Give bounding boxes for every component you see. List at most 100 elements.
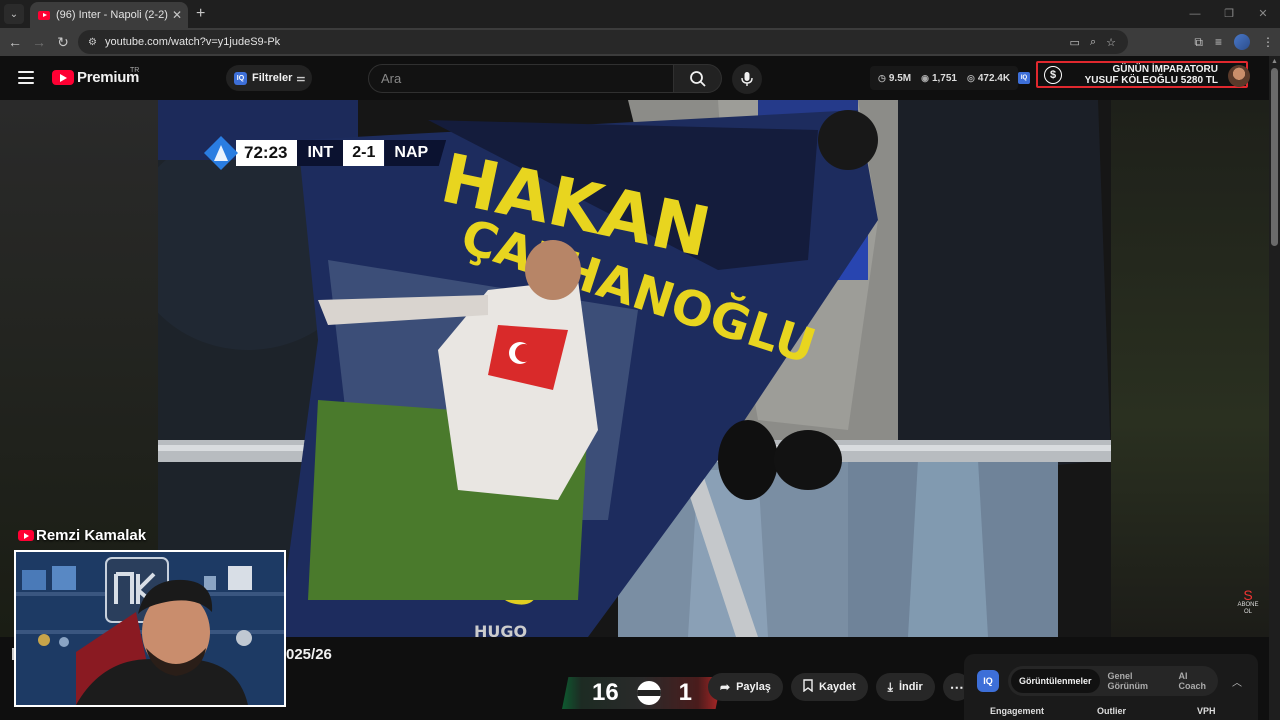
download-icon: ⤓ — [887, 679, 893, 694]
iq-logo-icon: IQ — [977, 670, 999, 692]
stat-watch: ◎ 472.4K — [967, 73, 1010, 84]
away-team: NAP — [384, 140, 447, 166]
cast-icon[interactable]: ▭ — [1070, 36, 1080, 49]
profile-avatar[interactable] — [1234, 34, 1250, 50]
screen: ⌄ (96) Inter - Napoli (2-2) - Maç Ö ✕ + … — [0, 0, 1280, 720]
overlay-score-left: 16 — [591, 679, 619, 706]
video-player[interactable]: HAKAN ÇALHANOĞLU KOMU HUGO — [158, 100, 1111, 637]
watermark-line2: OL — [1243, 609, 1252, 615]
bookmark-icon — [803, 679, 813, 695]
subscribe-s-icon: S — [1243, 587, 1253, 603]
svg-text:HUGO: HUGO — [474, 622, 527, 637]
youtube-icon — [18, 530, 34, 541]
iq-icon: IQ — [234, 71, 247, 85]
streamer-name: Remzi Kamalak — [36, 527, 147, 544]
toolbar-right: ⧉ ≡ ⋮ — [1194, 28, 1274, 56]
col-engagement: Engagement — [990, 706, 1045, 716]
donation-text: GÜNÜN İMPARATORU YUSUF KÖLEOĞLU 5280 TL — [1062, 64, 1246, 86]
watermark-line1: ABONE — [1237, 602, 1259, 608]
clock-icon: ◷ — [878, 72, 886, 83]
donation-line1: GÜNÜN İMPARATORU — [1112, 63, 1218, 75]
chevron-up-icon[interactable]: ︿ — [1232, 674, 1242, 689]
window-controls: — ❐ ✕ — [1178, 0, 1280, 28]
tab-search-button[interactable]: ⌄ — [4, 4, 24, 24]
tab-overview[interactable]: Genel Görünüm — [1100, 671, 1171, 691]
col-vph: VPH — [1197, 706, 1216, 716]
save-button[interactable]: Kaydet — [790, 673, 868, 701]
browser-toolbar: ← → ↻ ⚙ youtube.com/watch?v=y1judeS9-Pk … — [0, 28, 1280, 56]
scroll-up-icon[interactable]: ▲ — [1271, 58, 1278, 65]
new-tab-button[interactable]: + — [196, 5, 205, 23]
extensions-icon[interactable]: ⧉ — [1194, 35, 1203, 50]
streamer-label: Remzi Kamalak — [18, 527, 146, 544]
youtube-premium-logo[interactable]: Premium — [52, 69, 139, 86]
reading-list-icon[interactable]: ≡ — [1215, 35, 1222, 49]
sliders-icon: ⚌ — [296, 72, 306, 84]
overlay-score-right: 1 — [678, 679, 693, 706]
hamburger-menu-icon[interactable] — [18, 71, 34, 84]
search-input[interactable]: Ara — [368, 64, 674, 93]
youtube-favicon-icon — [38, 10, 50, 20]
iq-analytics-panel: IQ Görüntülenmeler Genel Görünüm AI Coac… — [964, 654, 1258, 720]
search-icon — [689, 70, 706, 87]
serie-a-logo-icon — [204, 136, 238, 170]
restore-icon[interactable]: ❐ — [1212, 0, 1246, 28]
voice-search-button[interactable] — [732, 64, 762, 94]
stat-count-value: 1,751 — [931, 72, 957, 84]
more-dots-icon: ⋯ — [949, 678, 964, 695]
streamer-avatar — [1228, 65, 1250, 87]
back-arrow-icon[interactable]: ← — [3, 34, 27, 50]
close-tab-icon[interactable]: ✕ — [172, 8, 182, 22]
browser-tab[interactable]: (96) Inter - Napoli (2-2) - Maç Ö ✕ — [30, 2, 188, 28]
browser-menu-icon[interactable]: ⋮ — [1262, 35, 1274, 49]
forward-arrow-icon[interactable]: → — [27, 34, 51, 50]
close-window-icon[interactable]: ✕ — [1246, 0, 1280, 28]
match-scorebug: 72:23 INT 2-1 NAP — [204, 136, 447, 170]
stat-views-value: 9.5M — [888, 72, 912, 84]
iq-tab-group: Görüntülenmeler Genel Görünüm AI Coach — [1008, 666, 1218, 696]
address-bar[interactable]: ⚙ youtube.com/watch?v=y1judeS9-Pk ▭ ⌕ ☆ — [78, 30, 1128, 54]
donation-line2: YUSUF KÖLEOĞLU 5280 TL — [1084, 74, 1218, 86]
subscribe-watermark[interactable]: S ABONE OL — [1232, 588, 1264, 616]
save-label: Kaydet — [818, 681, 856, 693]
bookmark-star-icon[interactable]: ☆ — [1106, 36, 1116, 49]
page-scrollbar[interactable]: ▲ — [1269, 56, 1280, 720]
filters-button[interactable]: IQ Filtreler ⚌ — [226, 65, 312, 91]
share-button[interactable]: ➦ Paylaş — [708, 673, 783, 701]
stat-count: ◉ 1,751 — [921, 73, 957, 84]
tab-views[interactable]: Görüntülenmeler — [1011, 669, 1100, 693]
youtube-play-icon — [52, 70, 74, 85]
minimize-icon[interactable]: — — [1178, 0, 1212, 28]
share-label: Paylaş — [736, 681, 771, 693]
eye-icon: ◉ — [921, 72, 929, 83]
download-button[interactable]: ⤓ İndir — [875, 673, 935, 701]
match-score-overlay: 16 1 — [562, 677, 722, 709]
channel-stats-bar: ◷ 9.5M ◉ 1,751 ◎ 472.4K — [870, 66, 1019, 90]
logo-country-code: TR — [130, 67, 140, 74]
video-frame-image: HAKAN ÇALHANOĞLU KOMU HUGO — [158, 100, 1111, 637]
match-clock: 72:23 — [236, 140, 298, 166]
site-info-icon[interactable]: ⚙ — [88, 37, 97, 48]
eye-outline-icon: ◎ — [966, 72, 975, 83]
omnibox-actions: ▭ ⌕ ☆ — [1070, 36, 1128, 49]
url-text: youtube.com/watch?v=y1judeS9-Pk — [104, 36, 281, 48]
browser-tabstrip: ⌄ (96) Inter - Napoli (2-2) - Maç Ö ✕ + … — [0, 0, 1280, 28]
scrollbar-thumb[interactable] — [1271, 68, 1278, 246]
zoom-icon[interactable]: ⌕ — [1090, 36, 1096, 49]
reload-icon[interactable]: ↻ — [51, 34, 75, 51]
tab-title: (96) Inter - Napoli (2-2) - Maç Ö — [56, 9, 168, 21]
webcam-overlay — [14, 550, 286, 707]
team-crest-icon — [636, 681, 661, 705]
tab-ai-coach[interactable]: AI Coach — [1170, 671, 1218, 691]
col-outlier: Outlier — [1097, 706, 1127, 716]
stat-watch-value: 472.4K — [977, 72, 1011, 84]
stat-views: ◷ 9.5M — [878, 73, 911, 84]
dollar-coin-icon: $ — [1044, 65, 1062, 84]
share-arrow-icon: ➦ — [720, 680, 731, 694]
search-button[interactable] — [674, 64, 722, 93]
filters-label: Filtreler — [252, 72, 293, 84]
video-ambient-right — [1111, 100, 1269, 637]
microphone-icon — [741, 72, 753, 86]
iq-small-icon[interactable]: IQ — [1018, 72, 1030, 84]
donation-banner: $ GÜNÜN İMPARATORU YUSUF KÖLEOĞLU 5280 T… — [1036, 61, 1250, 88]
